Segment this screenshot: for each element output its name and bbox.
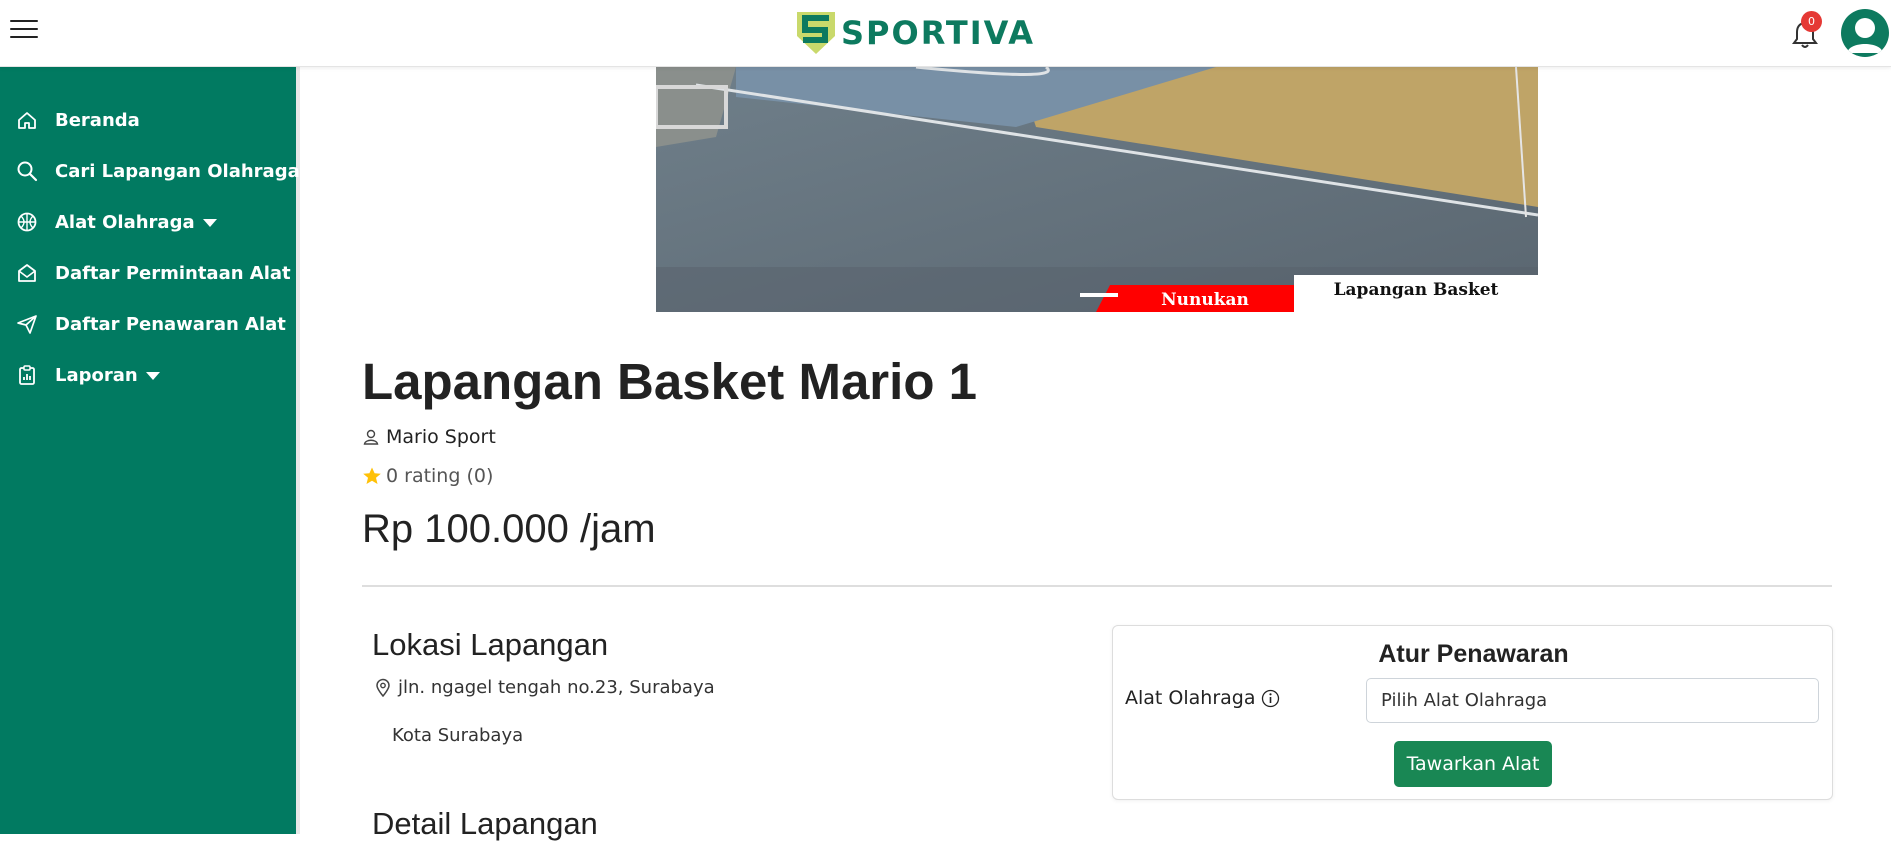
offer-card: Atur Penawaran Alat Olahraga Pilih Alat … <box>1112 625 1833 800</box>
location-title: Lokasi Lapangan <box>372 627 609 662</box>
hero-caption: Lapangan Basket <box>1294 275 1538 312</box>
notification-badge: 0 <box>1801 11 1822 32</box>
equipment-label-text: Alat Olahraga <box>1125 687 1256 709</box>
sportiva-shield-icon <box>797 12 835 54</box>
sidebar-item-label: Alat Olahraga <box>55 212 217 233</box>
sidebar-item-alat-olahraga[interactable]: Alat Olahraga <box>0 200 296 244</box>
location-city: Kota Surabaya <box>392 725 524 746</box>
hamburger-icon <box>10 20 38 22</box>
sidebar: Beranda Cari Lapangan Olahraga Alat Olah… <box>0 67 300 834</box>
send-icon <box>17 315 37 334</box>
sidebar-item-label: Cari Lapangan Olahraga <box>55 160 300 182</box>
menu-toggle-button[interactable] <box>10 20 38 46</box>
caret-down-icon <box>202 218 217 227</box>
hero-city-label: Nunukan <box>1161 290 1249 310</box>
location-address: jln. ngagel tengah no.23, Surabaya <box>374 677 715 698</box>
home-icon <box>18 112 36 129</box>
page-title: Lapangan Basket Mario 1 <box>362 353 978 410</box>
hamburger-line <box>10 28 38 30</box>
sidebar-item-label: Beranda <box>55 109 140 131</box>
user-avatar[interactable] <box>1841 9 1889 57</box>
rating-info: 0 rating (0) <box>362 465 493 487</box>
carousel-indicator[interactable] <box>1080 293 1118 297</box>
brand-name: SPORTIVA <box>841 14 1035 52</box>
sidebar-item-label: Daftar Penawaran Alat <box>55 313 286 335</box>
offer-equipment-button[interactable]: Tawarkan Alat <box>1394 741 1552 787</box>
map-pin-icon <box>376 678 390 697</box>
envelope-open-icon <box>18 264 36 282</box>
hamburger-line <box>10 36 38 38</box>
address-text: jln. ngagel tengah no.23, Surabaya <box>398 677 715 698</box>
price: Rp 100.000 /jam <box>362 507 656 551</box>
clipboard-data-icon <box>19 365 35 385</box>
detail-title: Detail Lapangan <box>372 806 598 841</box>
sidebar-item-daftar-permintaan[interactable]: Daftar Permintaan Alat <box>0 251 296 295</box>
caret-down-icon <box>145 371 160 380</box>
divider <box>362 585 1832 587</box>
sidebar-item-label: Daftar Permintaan Alat <box>55 262 291 284</box>
hero-carousel: Nunukan Lapangan Basket <box>656 67 1538 312</box>
user-icon <box>1847 18 1883 53</box>
search-icon <box>17 161 38 182</box>
owner-info: Mario Sport <box>362 426 496 448</box>
sidebar-item-cari-lapangan[interactable]: Cari Lapangan Olahraga <box>0 149 300 193</box>
basketball-icon <box>17 212 37 232</box>
star-icon <box>363 467 381 484</box>
rating-text: 0 rating (0) <box>386 465 494 487</box>
person-icon <box>363 429 379 445</box>
equipment-select[interactable]: Pilih Alat Olahraga <box>1366 678 1819 723</box>
sidebar-item-daftar-penawaran[interactable]: Daftar Penawaran Alat <box>0 302 296 346</box>
brand-logo[interactable]: SPORTIVA <box>795 8 1035 58</box>
sidebar-item-text: Laporan <box>55 364 138 386</box>
sidebar-item-text: Alat Olahraga <box>55 211 195 233</box>
sidebar-item-beranda[interactable]: Beranda <box>0 98 296 142</box>
offer-title: Atur Penawaran <box>1378 640 1569 668</box>
owner-name: Mario Sport <box>386 426 496 448</box>
sidebar-item-label: Laporan <box>55 365 160 386</box>
equipment-label: Alat Olahraga <box>1125 687 1280 709</box>
sidebar-item-laporan[interactable]: Laporan <box>0 353 296 397</box>
info-icon[interactable] <box>1261 689 1280 708</box>
top-navbar: SPORTIVA 0 <box>0 0 1891 67</box>
